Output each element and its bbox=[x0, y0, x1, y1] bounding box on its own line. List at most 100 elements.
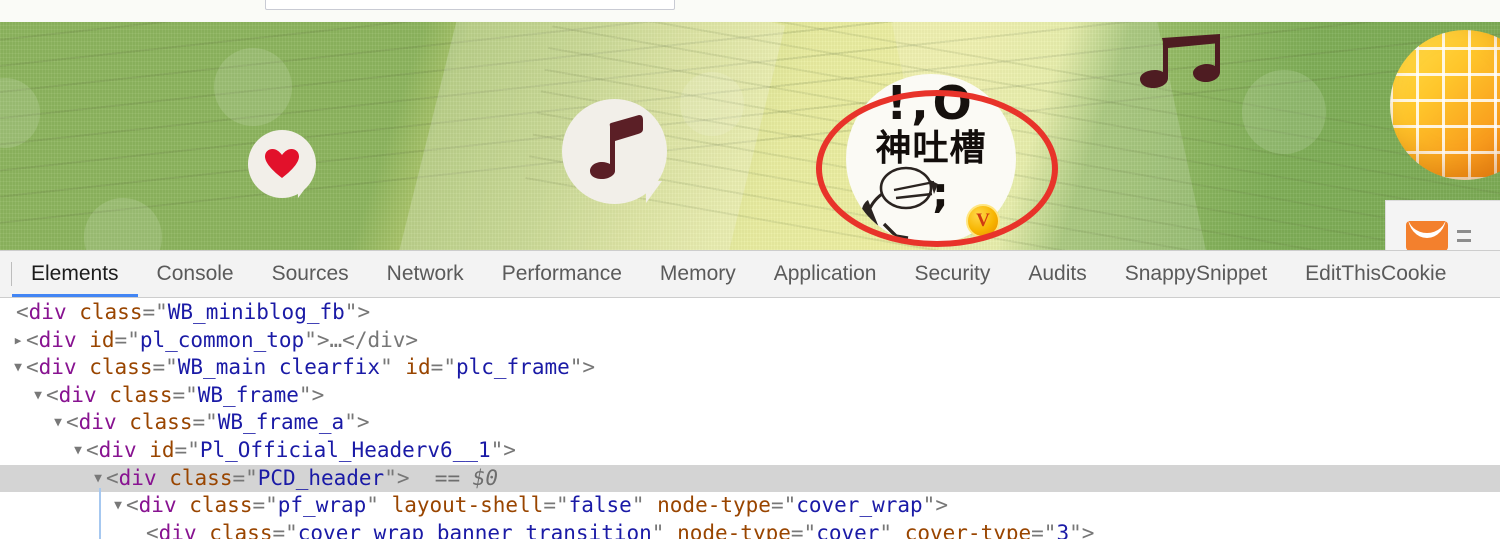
collapse-arrow-icon[interactable] bbox=[90, 465, 106, 493]
attribute-value: plc_frame bbox=[455, 355, 570, 380]
tag-name: div bbox=[38, 327, 77, 352]
collapse-arrow-icon[interactable] bbox=[10, 354, 26, 382]
tab-sources[interactable]: Sources bbox=[253, 251, 368, 297]
screenshot-root: !,O 神吐槽 ; V Elements Console Sources Net… bbox=[0, 0, 1500, 539]
attribute-name: class bbox=[189, 493, 253, 518]
tag-name: div bbox=[98, 437, 137, 462]
devtools-panel: Elements Console Sources Network Performance… bbox=[0, 250, 1500, 539]
tag-close-bracket: > bbox=[582, 355, 596, 380]
tab-audits[interactable]: Audits bbox=[1009, 251, 1105, 297]
dom-tree-row[interactable]: <div class="WB_main clearfix" id="plc_fr… bbox=[0, 354, 1500, 382]
collapse-arrow-icon[interactable] bbox=[50, 409, 66, 437]
tab-network[interactable]: Network bbox=[368, 251, 483, 297]
attribute-value: pf_wrap bbox=[277, 493, 367, 518]
tag-close-bracket: > bbox=[357, 300, 371, 324]
music-note-icon bbox=[590, 115, 643, 179]
dom-tree-row[interactable]: < div class =" cover wrap banner transition… bbox=[0, 520, 1500, 539]
dom-tree-row[interactable]: <div id="Pl_Official_Headerv6__1"> bbox=[0, 437, 1500, 465]
page-top-strip bbox=[0, 0, 1500, 22]
tag-close-bracket: > bbox=[316, 327, 330, 352]
selection-marker: == $0 bbox=[409, 465, 499, 490]
dom-tree-view[interactable]: <div class="WB_miniblog_fb"><div id="pl_… bbox=[0, 298, 1500, 539]
attribute-name: class bbox=[79, 300, 143, 324]
tag-name: div bbox=[118, 465, 157, 490]
attribute-value: WB_miniblog_fb bbox=[167, 300, 345, 324]
attribute-value: Pl_Official_Headerv6__1 bbox=[199, 437, 491, 462]
tag-open-bracket: < bbox=[26, 327, 39, 352]
tag-close-bracket: > bbox=[356, 410, 370, 435]
tag-open-bracket: < bbox=[46, 382, 59, 407]
tab-elements[interactable]: Elements bbox=[12, 251, 138, 297]
banner-blob bbox=[680, 72, 744, 136]
indent-guide bbox=[99, 488, 101, 539]
tag-open-bracket: < bbox=[66, 410, 79, 435]
tab-editthiscookie[interactable]: EditThisCookie bbox=[1286, 251, 1465, 297]
heart-speech-bubble bbox=[248, 130, 316, 198]
tag-name: div bbox=[28, 300, 67, 324]
tag-close-bracket: > bbox=[935, 493, 948, 518]
attribute-name: node-type bbox=[657, 493, 771, 518]
banner-blob bbox=[214, 48, 292, 126]
tag-open-bracket: < bbox=[26, 355, 39, 380]
envelope-icon bbox=[1406, 221, 1448, 250]
message-panel[interactable] bbox=[1385, 200, 1500, 250]
message-panel-text bbox=[1457, 230, 1471, 242]
search-input[interactable] bbox=[265, 0, 675, 10]
attribute-name: cover-type bbox=[904, 520, 1032, 539]
tab-performance[interactable]: Performance bbox=[483, 251, 641, 297]
collapse-arrow-icon[interactable] bbox=[30, 382, 46, 410]
tag-open-bracket: < bbox=[106, 465, 119, 490]
devtools-tabbar: Elements Console Sources Network Performance… bbox=[0, 251, 1500, 298]
attribute-value: PCD_header bbox=[257, 465, 385, 490]
annotation-ellipse-avatar bbox=[816, 90, 1058, 247]
dom-tree-row[interactable]: <div class="WB_frame"> bbox=[0, 382, 1500, 410]
tag-close-bracket: > bbox=[503, 437, 516, 462]
tag-open-bracket: < bbox=[86, 437, 99, 462]
tab-application[interactable]: Application bbox=[755, 251, 896, 297]
tag-name: div bbox=[38, 355, 77, 380]
profile-cover-banner: !,O 神吐槽 ; V bbox=[0, 22, 1500, 250]
tag-open-bracket: < bbox=[146, 520, 159, 539]
attribute-value: false bbox=[568, 493, 632, 518]
tab-console[interactable]: Console bbox=[138, 251, 253, 297]
attribute-name: class bbox=[89, 355, 153, 380]
tag-close-bracket: > bbox=[1081, 520, 1095, 539]
attribute-name: id bbox=[405, 355, 431, 380]
attribute-value: cover bbox=[816, 520, 880, 539]
collapse-arrow-icon[interactable] bbox=[110, 492, 126, 520]
tag-open-bracket: < bbox=[16, 300, 29, 324]
heart-icon bbox=[265, 149, 299, 178]
collapsed-content: …</div> bbox=[329, 327, 419, 352]
banner-blob bbox=[1242, 70, 1326, 154]
attribute-name: layout-shell bbox=[391, 493, 544, 518]
attribute-name: id bbox=[89, 327, 115, 352]
dom-tree-row[interactable]: <div class="pf_wrap" layout-shell="false… bbox=[0, 492, 1500, 520]
dom-tree-row[interactable]: <div class="PCD_header"> == $0 bbox=[0, 464, 1500, 493]
tag-name: div bbox=[158, 520, 197, 539]
dom-tree-row[interactable]: < div class =" WB_miniblog_fb " > bbox=[0, 299, 1500, 327]
dom-tree-row[interactable]: <div class="WB_frame_a"> bbox=[0, 409, 1500, 437]
attribute-value: WB_frame bbox=[197, 382, 299, 407]
attribute-name: node-type bbox=[677, 520, 791, 539]
attribute-value: cover_wrap bbox=[796, 493, 923, 518]
tab-security[interactable]: Security bbox=[895, 251, 1009, 297]
attribute-name: class bbox=[129, 410, 193, 435]
tag-close-bracket: > bbox=[396, 465, 410, 490]
tab-memory[interactable]: Memory bbox=[641, 251, 755, 297]
attribute-value: pl_common_top bbox=[139, 327, 305, 352]
tag-close-bracket: > bbox=[311, 382, 325, 407]
attribute-name: id bbox=[149, 437, 175, 462]
attribute-value: WB_main clearfix bbox=[177, 355, 381, 380]
tag-name: div bbox=[78, 410, 117, 435]
profile-avatar[interactable]: !,O 神吐槽 ; V bbox=[816, 74, 1058, 250]
attribute-value: 3 bbox=[1056, 520, 1070, 539]
attribute-name: class bbox=[209, 520, 273, 539]
tag-open-bracket: < bbox=[126, 493, 139, 518]
attribute-name: class bbox=[109, 382, 173, 407]
collapse-arrow-icon[interactable] bbox=[70, 437, 86, 465]
dom-tree-row[interactable]: <div id="pl_common_top">…</div> bbox=[0, 327, 1500, 355]
tab-snappysnippet[interactable]: SnappySnippet bbox=[1106, 251, 1286, 297]
tag-name: div bbox=[58, 382, 97, 407]
expand-arrow-icon[interactable] bbox=[10, 327, 26, 355]
music-speech-bubble bbox=[562, 99, 667, 204]
